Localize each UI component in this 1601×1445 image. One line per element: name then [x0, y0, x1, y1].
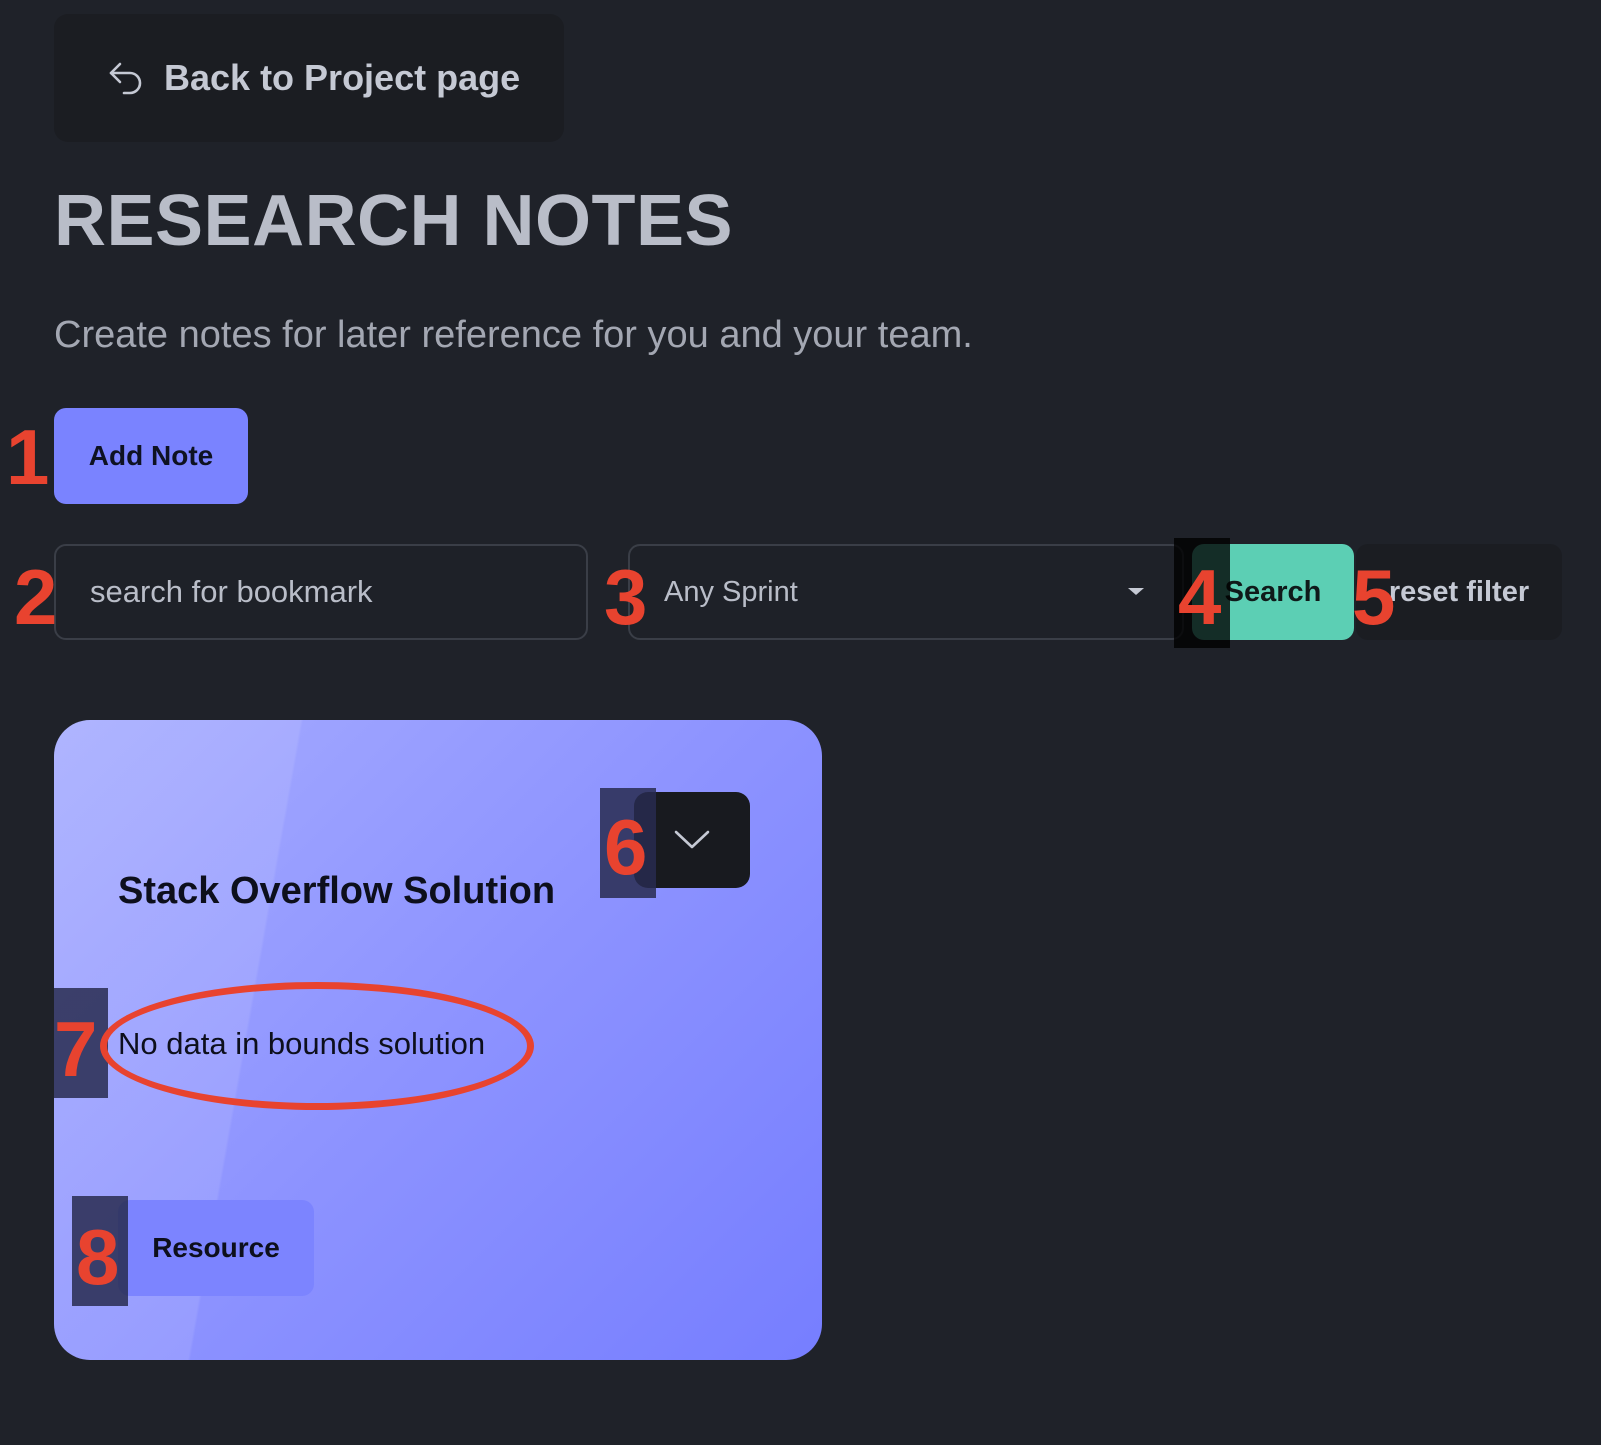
annotation-marker-5: 5	[1352, 553, 1396, 641]
annotation-marker-4: 4	[1178, 553, 1222, 641]
sprint-select-value: Any Sprint	[664, 575, 798, 608]
caret-down-icon	[1128, 588, 1144, 595]
annotation-ellipse	[100, 982, 534, 1110]
annotation-marker-7: 7	[54, 1005, 98, 1093]
chevron-down-icon	[674, 830, 710, 849]
page-subtitle: Create notes for later reference for you…	[54, 314, 973, 356]
note-tag-resource[interactable]: Resource	[118, 1200, 314, 1296]
sprint-select[interactable]: Any Sprint	[628, 544, 1184, 640]
annotation-marker-6: 6	[604, 803, 648, 891]
search-input[interactable]	[54, 544, 588, 640]
back-link-label: Back to Project page	[164, 57, 521, 98]
back-to-project-button[interactable]: Back to Project page	[54, 14, 564, 142]
annotation-marker-2: 2	[14, 553, 58, 641]
annotation-marker-1: 1	[6, 413, 50, 501]
note-title: Stack Overflow Solution	[118, 870, 556, 912]
annotation-marker-3: 3	[604, 553, 648, 641]
page-title: RESEARCH NOTES	[54, 181, 734, 261]
add-note-button[interactable]: Add Note	[54, 408, 248, 504]
undo-arrow-icon	[109, 62, 142, 95]
annotation-marker-8: 8	[76, 1213, 120, 1301]
